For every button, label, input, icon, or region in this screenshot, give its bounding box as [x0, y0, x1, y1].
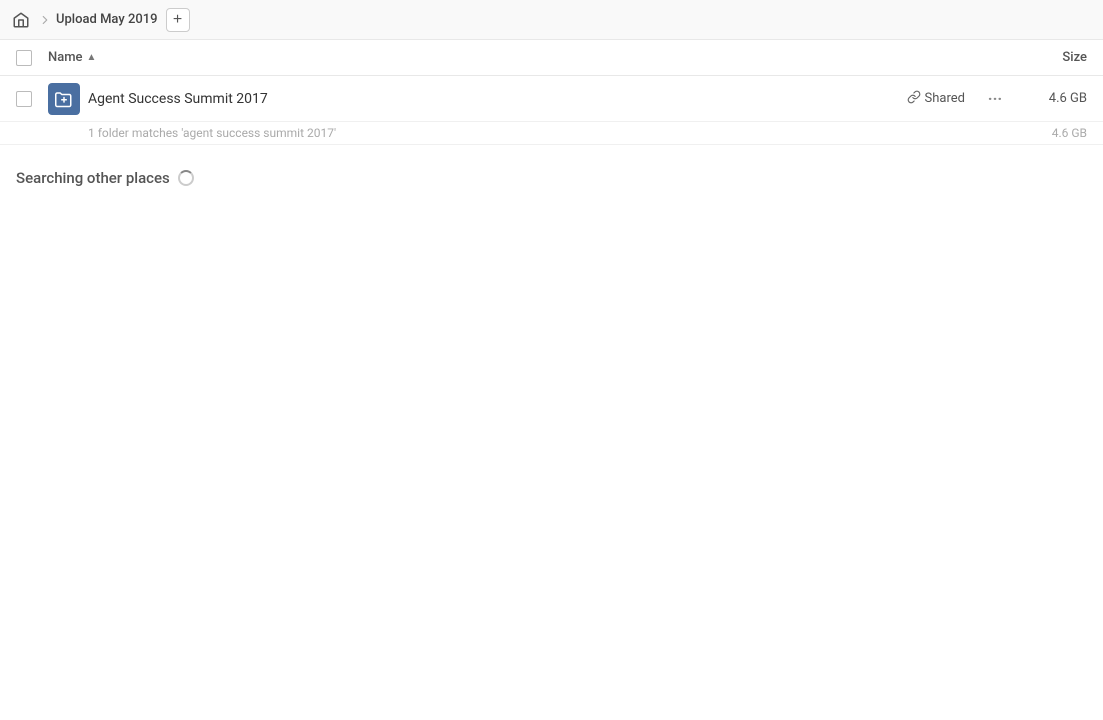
more-options-button[interactable]: ··· [981, 85, 1009, 113]
column-header-row: Name ▲ Size [0, 40, 1103, 76]
file-size-label: 4.6 GB [1017, 91, 1087, 106]
shared-label: Shared [925, 91, 965, 106]
breadcrumb-separator-icon [38, 13, 52, 27]
sort-arrow-icon: ▲ [87, 52, 97, 63]
searching-section: Searching other places [0, 145, 1103, 199]
loading-spinner [178, 170, 194, 186]
sub-match-row: 1 folder matches 'agent success summit 2… [0, 122, 1103, 145]
breadcrumb-title: Upload May 2019 [56, 12, 158, 27]
size-column-header: Size [1007, 50, 1087, 65]
file-name-label: Agent Success Summit 2017 [88, 91, 907, 107]
folder-icon [48, 83, 80, 115]
sub-match-text: 1 folder matches 'agent success summit 2… [88, 126, 1017, 140]
breadcrumb-bar: Upload May 2019 + [0, 0, 1103, 40]
home-button[interactable] [12, 11, 30, 29]
table-row[interactable]: Agent Success Summit 2017 Shared ··· 4.6… [0, 76, 1103, 122]
add-button[interactable]: + [166, 8, 190, 32]
link-icon [907, 90, 921, 108]
shared-section: Shared [907, 90, 965, 108]
name-column-header[interactable]: Name ▲ [48, 50, 1007, 65]
searching-text: Searching other places [16, 169, 170, 187]
sub-match-size: 4.6 GB [1017, 126, 1087, 140]
select-all-checkbox[interactable] [16, 50, 48, 66]
row-checkbox[interactable] [16, 91, 48, 107]
select-all-checkbox-box[interactable] [16, 50, 32, 66]
